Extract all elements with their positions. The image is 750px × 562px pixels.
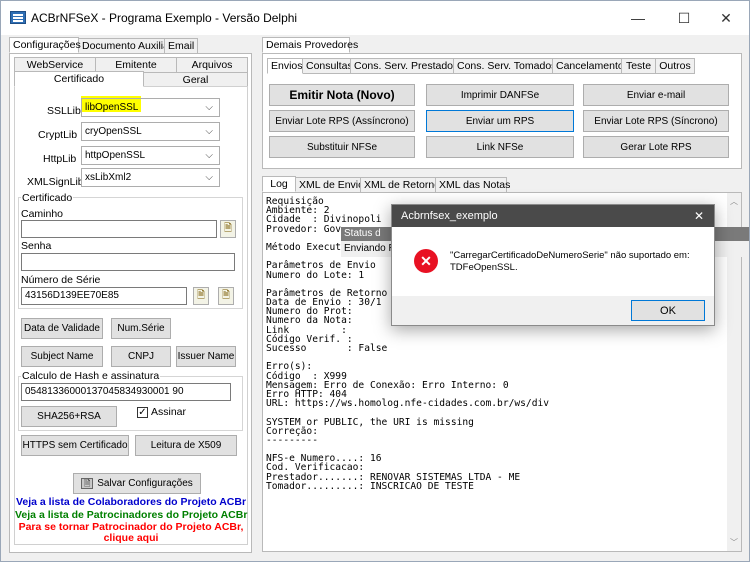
error-icon: ✕	[414, 249, 438, 273]
assinar-label: Assinar	[151, 406, 187, 418]
chevron-down-icon: ⌵	[205, 150, 213, 161]
tab-xml-retorno[interactable]: XML de Retorno	[360, 177, 440, 193]
dialog-footer: OK	[392, 296, 714, 325]
cryptlib-value: cryOpenSSL	[85, 126, 142, 137]
tab-envios[interactable]: Envios	[267, 58, 303, 74]
hash-input[interactable]: 05481336000137045834930001 90	[21, 383, 231, 401]
window-title: ACBrNFSeX - Programa Exemplo - Versão De…	[31, 11, 298, 25]
browse-file-icon[interactable]: 🗎	[220, 220, 236, 238]
link-nfse-button[interactable]: Link NFSe	[426, 136, 574, 158]
patrocinadores-link[interactable]: Veja a lista de Patrocinadores do Projet…	[15, 509, 247, 521]
certificado-group-title: Certificado	[21, 192, 74, 204]
serie-label: Número de Série	[21, 274, 101, 286]
httplib-label: HttpLib	[43, 153, 77, 165]
enviar-email-button[interactable]: Enviar e-mail	[583, 84, 729, 106]
xmlsignlib-label: XMLSignLib	[27, 176, 84, 188]
tab-arquivos[interactable]: Arquivos	[176, 57, 248, 73]
emitir-nota-button[interactable]: Emitir Nota (Novo)	[269, 84, 415, 106]
enviar-lote-sincrono-button[interactable]: Enviar Lote RPS (Síncrono)	[583, 110, 729, 132]
cnpj-button[interactable]: CNPJ	[111, 346, 171, 367]
cert-info-icon[interactable]: 🗎	[218, 287, 234, 305]
select-cert-icon[interactable]: 🗎	[193, 287, 209, 305]
ok-button[interactable]: OK	[631, 300, 705, 321]
tab-cancelamento[interactable]: Cancelamento	[552, 58, 624, 74]
cryptlib-label: CryptLib	[38, 129, 78, 141]
assinar-checkbox[interactable]: ✓	[137, 407, 148, 418]
dialog-message-line2: TDFeOpenSSL.	[450, 262, 518, 273]
xmlsignlib-value: xsLibXml2	[85, 172, 132, 183]
enviar-lote-assincrono-button[interactable]: Enviar Lote RPS (Assíncrono)	[269, 110, 415, 132]
chevron-down-icon: ⌵	[205, 172, 213, 183]
data-validade-button[interactable]: Data de Validade	[21, 318, 103, 339]
log-line: Sucesso : False	[266, 343, 388, 354]
gerar-lote-rps-button[interactable]: Gerar Lote RPS	[583, 136, 729, 158]
ssllib-label: SSLLib	[47, 105, 81, 117]
tab-configuracoes[interactable]: Configurações	[9, 37, 81, 53]
tab-log[interactable]: Log	[262, 176, 296, 192]
ssllib-combo[interactable]: libOpenSSL ⌵	[81, 98, 220, 117]
error-dialog: Acbrnfsex_exemplo ✕ ✕ "CarregarCertifica…	[391, 204, 715, 326]
dialog-message-line1: "CarregarCertificadoDeNumeroSerie" não s…	[450, 250, 690, 261]
sha256-rsa-button[interactable]: SHA256+RSA	[21, 406, 117, 427]
maximize-button[interactable]: ☐	[669, 7, 699, 29]
caminho-label: Caminho	[21, 208, 64, 220]
save-icon: 🗎	[81, 478, 94, 489]
senha-input[interactable]	[21, 253, 235, 271]
scroll-up-icon[interactable]: ︿	[730, 197, 738, 206]
dialog-title-bar[interactable]: Acbrnfsex_exemplo ✕	[392, 205, 714, 227]
salvar-label: Salvar Configurações	[97, 478, 193, 489]
subject-name-button[interactable]: Subject Name	[21, 346, 103, 367]
tab-cons-serv-prestados[interactable]: Cons. Serv. Prestados	[350, 58, 458, 74]
chevron-down-icon: ⌵	[205, 126, 213, 137]
serie-input[interactable]: 43156D139EE70E85	[21, 287, 187, 305]
tab-consultas[interactable]: Consultas	[302, 58, 353, 74]
tab-email[interactable]: Email	[164, 38, 198, 54]
tab-xml-notas[interactable]: XML das Notas	[435, 177, 510, 193]
httplib-combo[interactable]: httpOpenSSL ⌵	[81, 146, 220, 165]
cryptlib-combo[interactable]: cryOpenSSL ⌵	[81, 122, 220, 141]
tab-certificado[interactable]: Certificado	[14, 71, 144, 87]
chevron-down-icon: ⌵	[205, 102, 213, 113]
title-bar[interactable]: ACBrNFSeX - Programa Exemplo - Versão De…	[1, 1, 749, 35]
https-sem-certificado-button[interactable]: HTTPS sem Certificado	[21, 435, 129, 456]
senha-label: Senha	[21, 240, 52, 252]
dialog-close-button[interactable]: ✕	[694, 205, 704, 227]
log-line: ---------	[266, 434, 318, 446]
app-icon	[10, 11, 26, 24]
httplib-value: httpOpenSSL	[85, 150, 146, 161]
tab-documento-auxiliar[interactable]: Documento Auxiliar	[78, 38, 172, 54]
leitura-x509-button[interactable]: Leitura de X509	[135, 435, 237, 456]
tab-cons-serv-tomados[interactable]: Cons. Serv. Tomados	[453, 58, 556, 74]
tab-outros[interactable]: Outros	[655, 58, 695, 74]
main-window: ACBrNFSeX - Programa Exemplo - Versão De…	[0, 0, 750, 562]
hash-group-title: Calculo de Hash e assinatura	[21, 370, 161, 382]
caminho-input[interactable]	[21, 220, 217, 238]
substituir-nfse-button[interactable]: Substituir NFSe	[269, 136, 415, 158]
scroll-down-icon[interactable]: ﹀	[730, 538, 738, 547]
ssllib-value: libOpenSSL	[85, 102, 139, 113]
imprimir-danfse-button[interactable]: Imprimir DANFSe	[426, 84, 574, 106]
log-line: URL: https://ws.homolog.nfe-cidades.com.…	[266, 398, 550, 410]
dialog-title: Acbrnfsex_exemplo	[401, 210, 498, 222]
enviar-um-rps-button[interactable]: Enviar um RPS	[426, 110, 574, 132]
tab-demais-provedores[interactable]: Demais Provedores	[262, 37, 358, 53]
num-serie-button[interactable]: Num.Série	[111, 318, 171, 339]
xmlsignlib-combo[interactable]: xsLibXml2 ⌵	[81, 168, 220, 187]
log-line: Tomador.........: INSCRICAO DE TESTE	[266, 480, 474, 492]
salvar-configuracoes-button[interactable]: 🗎 Salvar Configurações	[73, 473, 201, 494]
issuer-name-button[interactable]: Issuer Name	[176, 346, 236, 367]
clique-aqui-link[interactable]: clique aqui	[15, 532, 247, 544]
tab-xml-envio[interactable]: XML de Envio	[295, 177, 364, 193]
tab-teste[interactable]: Teste	[621, 58, 656, 74]
colaboradores-link[interactable]: Veja a lista de Colaboradores do Projeto…	[15, 496, 247, 508]
minimize-button[interactable]: —	[623, 7, 653, 29]
close-button[interactable]: ✕	[711, 7, 741, 29]
